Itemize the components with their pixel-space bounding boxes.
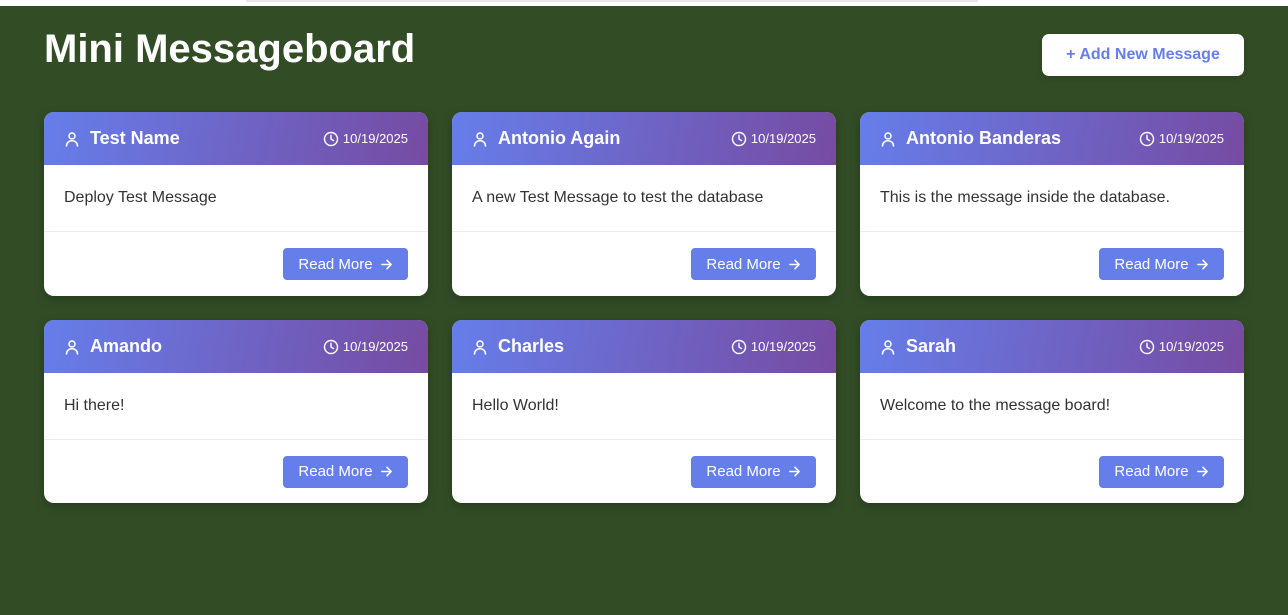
date-text: 10/19/2025 bbox=[750, 339, 816, 354]
message-card-footer: Read More bbox=[860, 232, 1244, 296]
message-card: Test Name 10/19/2025 Deploy Test Message… bbox=[44, 112, 428, 296]
read-more-label: Read More bbox=[1114, 463, 1189, 480]
message-author: Test Name bbox=[64, 128, 180, 149]
message-card-header: Antonio Banderas 10/19/2025 bbox=[860, 112, 1244, 165]
user-icon bbox=[880, 339, 896, 355]
date-text: 10/19/2025 bbox=[1158, 131, 1224, 146]
user-icon bbox=[64, 131, 80, 147]
arrow-right-icon bbox=[1196, 258, 1209, 271]
clock-icon bbox=[731, 131, 747, 147]
message-card-header: Test Name 10/19/2025 bbox=[44, 112, 428, 165]
arrow-right-icon bbox=[380, 465, 393, 478]
arrow-right-icon bbox=[1196, 465, 1209, 478]
message-text: Deploy Test Message bbox=[44, 165, 428, 232]
read-more-label: Read More bbox=[298, 255, 373, 273]
clock-icon bbox=[731, 339, 747, 355]
message-card: Antonio Banderas 10/19/2025 This is the … bbox=[860, 112, 1244, 296]
read-more-button[interactable]: Read More bbox=[1099, 248, 1224, 280]
clock-icon bbox=[323, 339, 339, 355]
message-date: 10/19/2025 bbox=[1139, 131, 1224, 147]
message-card-header: Antonio Again 10/19/2025 bbox=[452, 112, 836, 165]
page-title: Mini Messageboard bbox=[44, 27, 416, 71]
author-name: Charles bbox=[498, 336, 565, 356]
message-card-header: Sarah 10/19/2025 bbox=[860, 320, 1244, 373]
address-bar-edge bbox=[246, 0, 978, 2]
author-name: Antonio Banderas bbox=[906, 128, 1062, 148]
add-new-message-button[interactable]: + Add New Message bbox=[1042, 34, 1244, 76]
message-card: Charles 10/19/2025 Hello World! Read Mor… bbox=[452, 320, 836, 503]
message-date: 10/19/2025 bbox=[731, 339, 816, 355]
message-card-footer: Read More bbox=[44, 232, 428, 296]
user-icon bbox=[880, 131, 896, 147]
message-card: Sarah 10/19/2025 Welcome to the message … bbox=[860, 320, 1244, 503]
date-text: 10/19/2025 bbox=[342, 131, 408, 146]
user-icon bbox=[472, 131, 488, 147]
clock-icon bbox=[323, 131, 339, 147]
message-author: Charles bbox=[472, 336, 564, 357]
read-more-button[interactable]: Read More bbox=[691, 455, 816, 488]
author-name: Sarah bbox=[906, 336, 957, 356]
message-author: Antonio Banderas bbox=[880, 128, 1061, 149]
message-date: 10/19/2025 bbox=[323, 339, 408, 355]
message-text: Welcome to the message board! bbox=[860, 373, 1244, 440]
clock-icon bbox=[1139, 131, 1155, 147]
read-more-label: Read More bbox=[1114, 255, 1189, 273]
message-date: 10/19/2025 bbox=[323, 131, 408, 147]
date-text: 10/19/2025 bbox=[750, 131, 816, 146]
user-icon bbox=[64, 339, 80, 355]
message-card-footer: Read More bbox=[860, 440, 1244, 503]
read-more-label: Read More bbox=[706, 463, 781, 480]
message-card-footer: Read More bbox=[44, 440, 428, 503]
read-more-button[interactable]: Read More bbox=[283, 248, 408, 280]
read-more-button[interactable]: Read More bbox=[283, 455, 408, 488]
author-name: Amando bbox=[90, 336, 162, 356]
message-author: Antonio Again bbox=[472, 128, 620, 149]
message-card: Antonio Again 10/19/2025 A new Test Mess… bbox=[452, 112, 836, 296]
author-name: Test Name bbox=[90, 128, 180, 148]
message-card-header: Amando 10/19/2025 bbox=[44, 320, 428, 373]
read-more-label: Read More bbox=[706, 255, 781, 273]
message-text: Hello World! bbox=[452, 373, 836, 440]
read-more-label: Read More bbox=[298, 463, 373, 480]
arrow-right-icon bbox=[788, 258, 801, 271]
page-container: Mini Messageboard + Add New Message Test… bbox=[44, 24, 1244, 503]
read-more-button[interactable]: Read More bbox=[691, 248, 816, 280]
date-text: 10/19/2025 bbox=[342, 339, 408, 354]
message-card-footer: Read More bbox=[452, 232, 836, 296]
arrow-right-icon bbox=[380, 258, 393, 271]
arrow-right-icon bbox=[788, 465, 801, 478]
page-header: Mini Messageboard + Add New Message bbox=[44, 24, 1244, 112]
message-text: A new Test Message to test the database bbox=[452, 165, 836, 232]
message-date: 10/19/2025 bbox=[1139, 339, 1224, 355]
author-name: Antonio Again bbox=[498, 128, 621, 148]
clock-icon bbox=[1139, 339, 1155, 355]
message-text: This is the message inside the database. bbox=[860, 165, 1244, 232]
message-card: Amando 10/19/2025 Hi there! Read More bbox=[44, 320, 428, 503]
message-date: 10/19/2025 bbox=[731, 131, 816, 147]
message-author: Amando bbox=[64, 336, 162, 357]
user-icon bbox=[472, 339, 488, 355]
message-author: Sarah bbox=[880, 336, 956, 357]
read-more-button[interactable]: Read More bbox=[1099, 455, 1224, 488]
date-text: 10/19/2025 bbox=[1158, 339, 1224, 354]
message-grid: Test Name 10/19/2025 Deploy Test Message… bbox=[44, 112, 1244, 503]
browser-top-strip bbox=[0, 0, 1288, 6]
message-text: Hi there! bbox=[44, 373, 428, 440]
message-card-footer: Read More bbox=[452, 440, 836, 503]
message-card-header: Charles 10/19/2025 bbox=[452, 320, 836, 373]
